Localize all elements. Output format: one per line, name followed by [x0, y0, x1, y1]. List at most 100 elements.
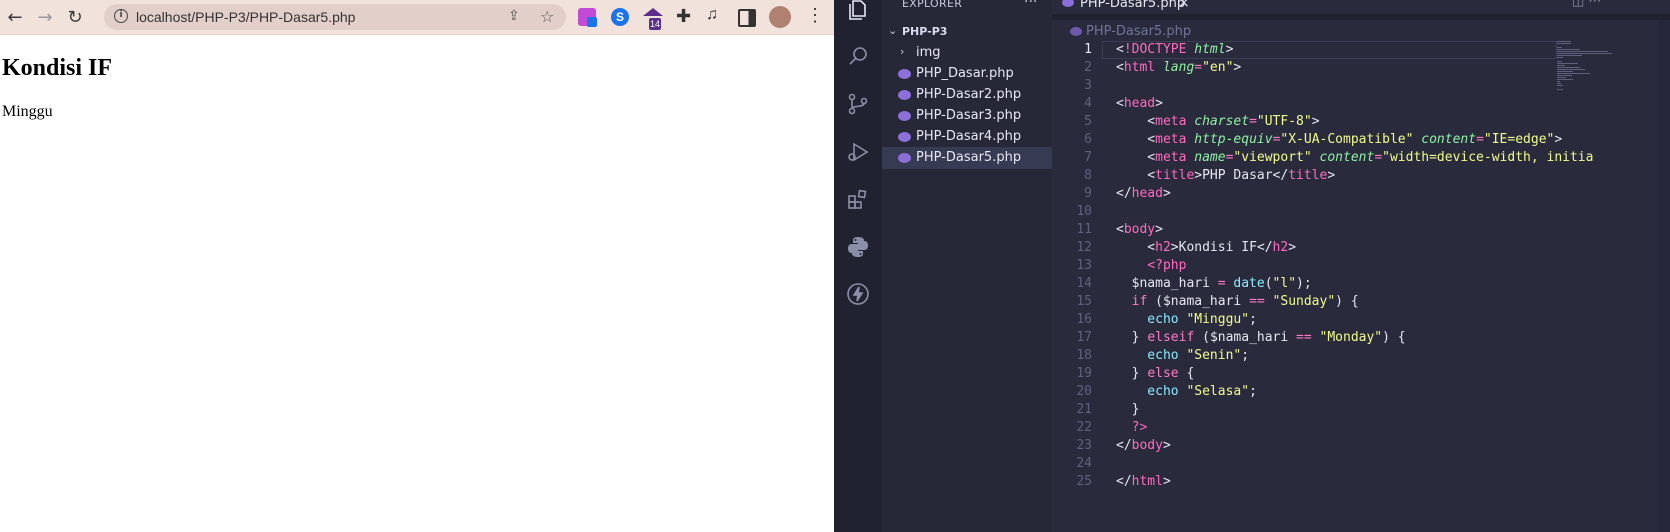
close-icon[interactable]: × — [1178, 0, 1190, 11]
code-line[interactable]: 25 </html> — [1052, 473, 1552, 491]
tree-item-label: PHP-Dasar5.php — [916, 150, 1022, 165]
tree-item-label: img — [916, 45, 941, 60]
explorer-sidebar: EXPLORER ··· ⌄ PHP-P3 › img PHP_Dasar.ph… — [882, 0, 1052, 532]
browser-toolbar: ← → ↻ i localhost/PHP-P3/PHP-Dasar5.php … — [0, 0, 834, 35]
minimap-line — [1557, 57, 1564, 58]
thunder-client-icon[interactable] — [846, 282, 870, 306]
code-text: <meta http-equiv="X-UA-Compatible" conte… — [1116, 132, 1563, 147]
code-line[interactable]: 24 — [1052, 455, 1552, 473]
share-icon[interactable]: ⇪ — [508, 8, 520, 24]
address-bar[interactable]: i localhost/PHP-P3/PHP-Dasar5.php ⇪ ☆ — [104, 4, 566, 30]
code-line[interactable]: 13 <?php — [1052, 257, 1552, 275]
search-icon[interactable] — [846, 44, 870, 68]
line-number: 13 — [1076, 258, 1092, 273]
code-text: } elseif ($nama_hari == "Monday") { — [1116, 330, 1406, 345]
line-number: 9 — [1084, 186, 1092, 201]
vscode-window: EXPLORER ··· ⌄ PHP-P3 › img PHP_Dasar.ph… — [834, 0, 1670, 532]
profile-avatar[interactable] — [769, 6, 791, 28]
minimap-line — [1557, 55, 1583, 56]
line-number: 2 — [1084, 60, 1092, 75]
code-line[interactable]: 6 <meta http-equiv="X-UA-Compatible" con… — [1052, 131, 1562, 149]
code-line[interactable]: 9 </head> — [1052, 185, 1552, 203]
extensions-icon[interactable]: ✚ — [676, 6, 694, 26]
more-actions-icon[interactable]: ··· — [1024, 0, 1037, 10]
code-line[interactable]: 22 ?> — [1052, 419, 1552, 437]
code-line[interactable]: 12 <h2>Kondisi IF</h2> — [1052, 239, 1552, 257]
code-line[interactable]: 17 } elseif ($nama_hari == "Monday") { — [1052, 329, 1552, 347]
minimap-line — [1557, 73, 1591, 74]
folder-header[interactable]: ⌄ PHP-P3 — [882, 22, 1052, 42]
php-file-icon — [898, 90, 911, 100]
code-editor[interactable]: 1 <!DOCTYPE html> 2 <html lang="en"> 3 4 <head… — [1052, 41, 1670, 532]
code-text: <head> — [1116, 96, 1163, 111]
explorer-files-icon[interactable] — [846, 0, 870, 22]
code-line[interactable]: 4 <head> — [1052, 95, 1552, 113]
code-line[interactable]: 8 <title>PHP Dasar</title> — [1052, 167, 1552, 185]
python-icon[interactable] — [846, 235, 870, 259]
tree-item-php-dasar4[interactable]: PHP-Dasar4.php — [882, 126, 1052, 148]
tree-item-img[interactable]: › img — [882, 42, 1052, 64]
line-number: 10 — [1076, 204, 1092, 219]
minimap-line — [1557, 85, 1564, 86]
line-number: 6 — [1084, 132, 1092, 147]
forward-arrow-icon[interactable]: → — [34, 6, 56, 28]
tree-item-php-dasar[interactable]: PHP_Dasar.php — [882, 63, 1052, 85]
code-text: <meta name="viewport" content="width=dev… — [1116, 150, 1594, 165]
code-text: ?> — [1116, 420, 1148, 435]
media-control-icon[interactable]: ♫ — [706, 6, 724, 24]
site-info-icon[interactable]: i — [114, 9, 128, 23]
page-content: Kondisi IF Minggu — [0, 35, 834, 532]
tree-item-php-dasar5[interactable]: PHP-Dasar5.php — [882, 147, 1052, 169]
menu-icon[interactable]: ⋮ — [806, 5, 824, 25]
line-number: 5 — [1084, 114, 1092, 129]
back-arrow-icon[interactable]: ← — [4, 6, 26, 28]
minimap-line — [1557, 49, 1581, 50]
code-line[interactable]: 2 <html lang="en"> — [1052, 59, 1552, 77]
extension-puzzle-pink-icon[interactable] — [578, 8, 597, 27]
editor-tab[interactable]: PHP-Dasar5.php × — [1052, 0, 1202, 14]
code-line[interactable]: 7 <meta name="viewport" content="width=d… — [1052, 149, 1593, 167]
extensions-view-icon[interactable] — [846, 187, 870, 211]
code-line[interactable]: 14 $nama_hari = date("l"); — [1052, 275, 1552, 293]
code-line[interactable]: 16 echo "Minggu"; — [1052, 311, 1552, 329]
minimap-line — [1557, 71, 1574, 72]
minimap-line — [1557, 75, 1573, 76]
code-line[interactable]: 3 — [1052, 77, 1552, 95]
split-editor-icon[interactable]: ◫ ⋯ — [1572, 0, 1601, 9]
code-line[interactable]: 5 <meta charset="UTF-8"> — [1052, 113, 1552, 131]
extension-school-icon[interactable]: 14 — [643, 8, 663, 30]
code-line[interactable]: 20 echo "Selasa"; — [1052, 383, 1552, 401]
code-text: </body> — [1116, 438, 1171, 453]
code-line[interactable]: 21 } — [1052, 401, 1552, 419]
code-text: $nama_hari = date("l"); — [1116, 276, 1312, 291]
vertical-scrollbar[interactable] — [1658, 20, 1670, 532]
code-line[interactable]: 10 — [1052, 203, 1552, 221]
extension-s-icon[interactable]: S — [611, 8, 629, 26]
run-debug-icon[interactable] — [846, 140, 870, 164]
minimap[interactable] — [1557, 41, 1627, 101]
tree-item-label: PHP_Dasar.php — [916, 66, 1014, 81]
line-number: 12 — [1076, 240, 1092, 255]
editor-area: PHP-Dasar5.php × ◫ ⋯ PHP-Dasar5.php 1 <!D… — [1052, 0, 1670, 532]
reload-icon[interactable]: ↻ — [64, 6, 86, 28]
breadcrumb-label: PHP-Dasar5.php — [1086, 24, 1192, 39]
url-text[interactable]: localhost/PHP-P3/PHP-Dasar5.php — [136, 9, 355, 25]
page-text: Minggu — [2, 103, 53, 120]
line-number: 25 — [1076, 474, 1092, 489]
code-line[interactable]: 23 </body> — [1052, 437, 1552, 455]
minimap-line — [1557, 51, 1609, 52]
code-line[interactable]: 19 } else { — [1052, 365, 1552, 383]
minimap-line — [1557, 81, 1560, 82]
code-line[interactable]: 15 if ($nama_hari == "Sunday") { — [1052, 293, 1552, 311]
side-panel-icon[interactable] — [738, 9, 756, 27]
code-line[interactable]: 1 <!DOCTYPE html> — [1052, 41, 1557, 59]
tree-item-php-dasar2[interactable]: PHP-Dasar2.php — [882, 84, 1052, 106]
chevron-down-icon: ⌄ — [888, 24, 898, 37]
source-control-icon[interactable] — [846, 92, 870, 116]
bookmark-star-icon[interactable]: ☆ — [540, 7, 554, 26]
code-line[interactable]: 18 echo "Senin"; — [1052, 347, 1552, 365]
code-line[interactable]: 11 <body> — [1052, 221, 1552, 239]
tree-item-php-dasar3[interactable]: PHP-Dasar3.php — [882, 105, 1052, 127]
php-file-icon — [898, 69, 911, 79]
code-text: echo "Minggu"; — [1116, 312, 1257, 327]
